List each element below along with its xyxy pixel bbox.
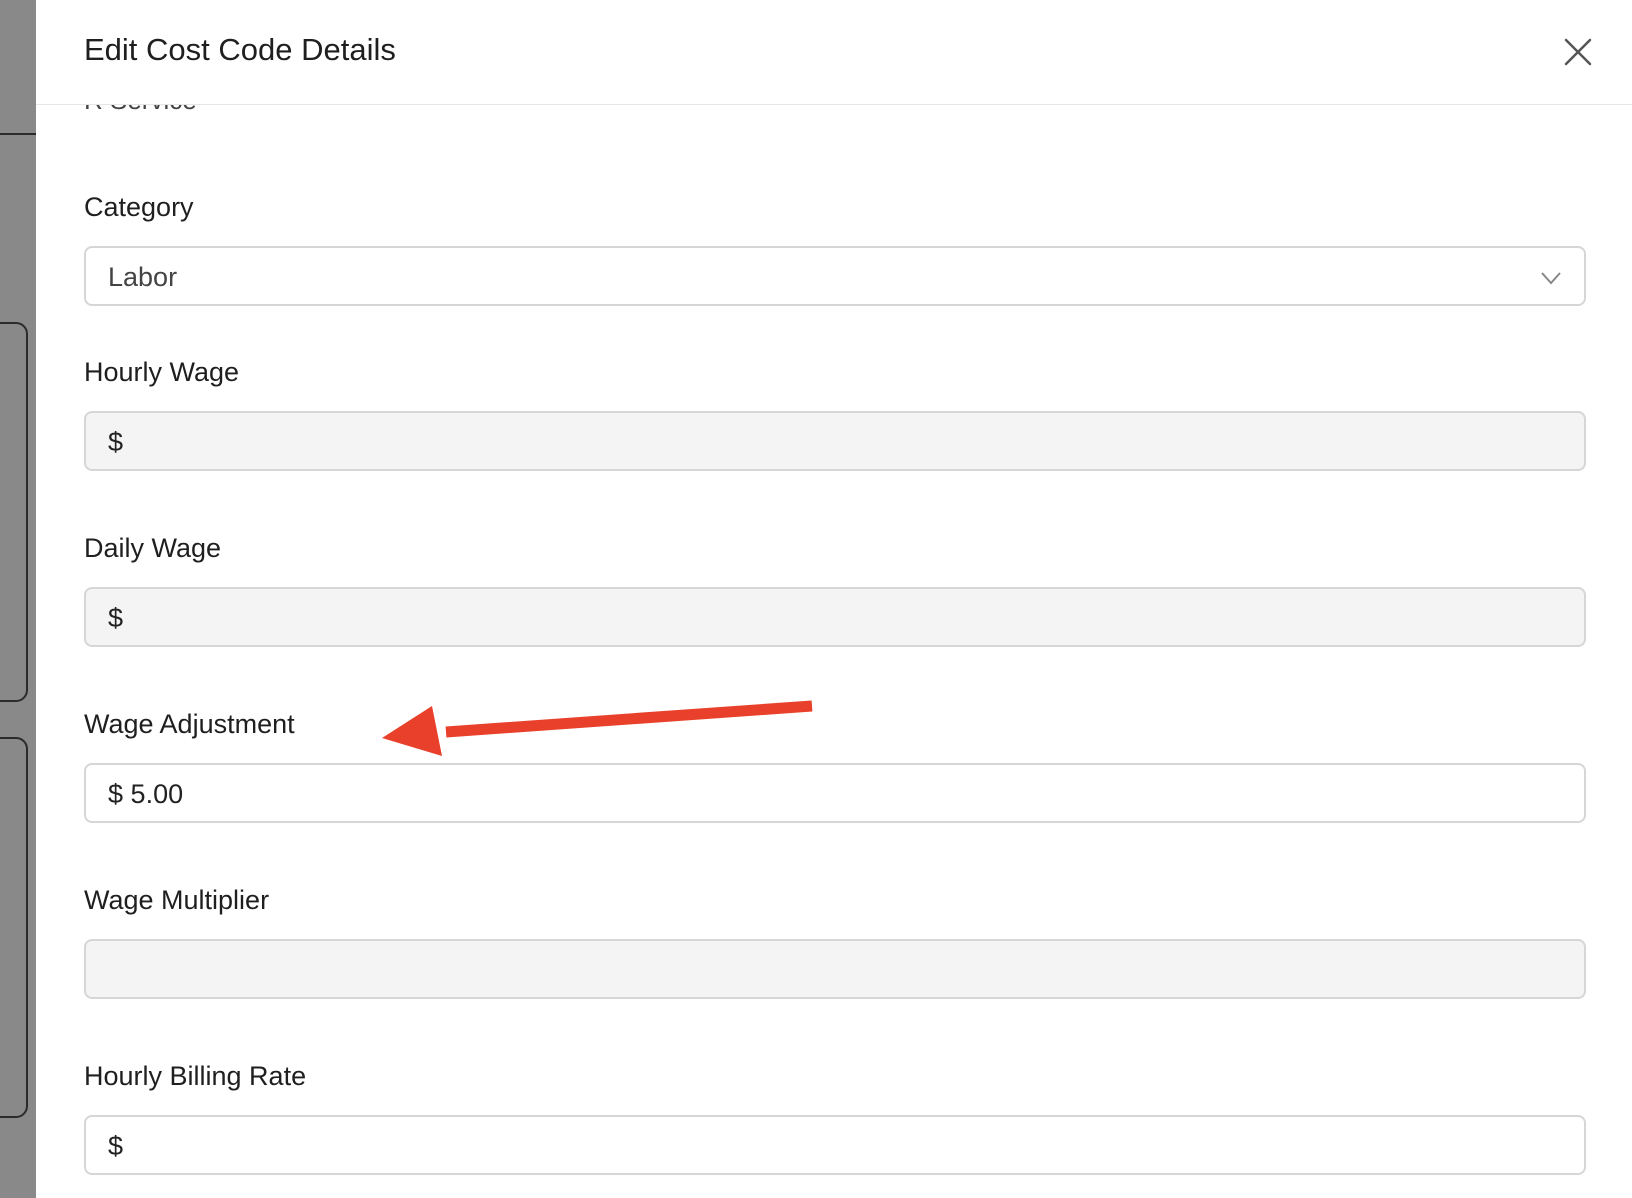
hourly-wage-label: Hourly Wage [84, 357, 240, 387]
category-select[interactable]: Labor [84, 246, 1586, 306]
category-label: Category [84, 192, 194, 222]
edit-cost-code-drawer: Edit Cost Code Details R Service Categor… [36, 0, 1632, 1198]
wage-adjustment-label: Wage Adjustment [84, 709, 295, 739]
hourly-billing-rate-input[interactable]: $ [84, 1115, 1586, 1175]
close-icon [1564, 38, 1592, 66]
close-button[interactable] [1560, 34, 1596, 70]
hourly-wage-input[interactable]: $ [84, 411, 1586, 471]
wage-adjustment-amount: 5.00 [130, 779, 184, 809]
wage-adjustment-input[interactable]: $ 5.00 [84, 763, 1586, 823]
hourly-wage-prefix: $ [108, 427, 124, 457]
background-overlay [0, 0, 36, 1198]
background-card [0, 322, 28, 702]
daily-wage-input[interactable]: $ [84, 587, 1586, 647]
drawer-header: Edit Cost Code Details [36, 0, 1632, 105]
chevron-down-icon [1541, 272, 1561, 285]
hourly-billing-rate-label: Hourly Billing Rate [84, 1061, 307, 1091]
background-divider [0, 133, 36, 135]
wage-adjustment-prefix: $ [108, 779, 124, 809]
hourly-billing-rate-prefix: $ [108, 1131, 124, 1161]
wage-multiplier-input[interactable] [84, 939, 1586, 999]
wage-adjustment-value: $ 5.00 [108, 777, 183, 811]
category-selected-value: Labor [108, 262, 178, 292]
background-card [0, 737, 28, 1118]
daily-wage-prefix: $ [108, 603, 124, 633]
wage-multiplier-label: Wage Multiplier [84, 885, 270, 915]
daily-wage-label: Daily Wage [84, 533, 222, 563]
drawer-title: Edit Cost Code Details [84, 32, 396, 67]
annotation-arrow [382, 700, 813, 756]
